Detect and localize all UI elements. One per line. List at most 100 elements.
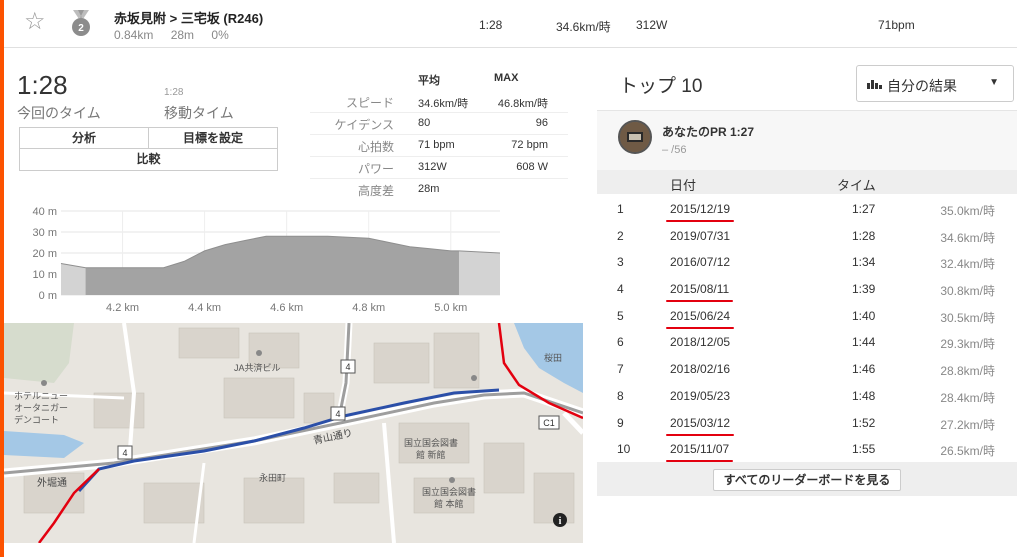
map-label-ndl-main: 国立国会図書 xyxy=(422,486,476,497)
elapsed-time-label: 今回のタイム xyxy=(17,105,101,121)
leaderboard-row[interactable]: 7 2018/02/16 1:46 28.8km/時 xyxy=(597,354,1017,381)
map-label-nagatacho: 永田町 xyxy=(259,472,286,483)
set-goal-button[interactable]: 目標を設定 xyxy=(149,127,278,149)
segment-row-heartrate: 71bpm xyxy=(878,18,915,32)
leaderboard-date[interactable]: 2018/12/05 xyxy=(670,335,730,349)
map-canvas[interactable]: 4 4 4 C1 JA共済ビル ホテルニュー オータニガー デンコート 青山通り… xyxy=(4,323,583,543)
leaderboard-date[interactable]: 2016/07/12 xyxy=(670,255,730,269)
map-label-ja-building: JA共済ビル xyxy=(234,362,281,373)
leaderboard-rows: 1 2015/12/19 1:27 35.0km/時 2 2019/07/31 1:28 34… xyxy=(597,194,1017,463)
segment-name[interactable]: 赤坂見附 > 三宅坂 (R246) xyxy=(114,8,263,27)
dropdown-selected-value: 自分の結果 xyxy=(887,78,957,94)
y-tick-label: 30 m xyxy=(33,227,57,239)
stats-row-heartrate: 心拍数 71 bpm 72 bpm xyxy=(310,135,568,157)
segment-row-speed: 34.6km/時 xyxy=(556,20,611,34)
info-icon[interactable]: i xyxy=(553,513,567,527)
x-tick-label: 4.6 km xyxy=(270,302,303,314)
leaderboard-date[interactable]: 2019/05/23 xyxy=(670,389,730,403)
svg-text:4: 4 xyxy=(335,409,340,419)
leaderboard-speed: 27.2km/時 xyxy=(940,417,995,432)
segment-row-power: 312W xyxy=(636,18,668,32)
star-icon[interactable]: ☆ xyxy=(24,10,50,36)
bar-chart-icon xyxy=(867,80,882,89)
leaderboard-speed: 28.4km/時 xyxy=(940,390,995,405)
segment-action-buttons: 分析 目標を設定 比較 xyxy=(19,127,278,171)
svg-text:C1: C1 xyxy=(543,418,555,428)
leaderboard-date[interactable]: 2015/03/12 xyxy=(665,416,735,436)
pr-rank: – /56 xyxy=(662,144,687,156)
avatar[interactable] xyxy=(618,120,652,154)
route-c1-shield: C1 xyxy=(538,415,560,430)
leaderboard-time: 1:27 xyxy=(852,202,876,216)
leaderboard-date[interactable]: 2019/07/31 xyxy=(670,229,730,243)
leaderboard-date[interactable]: 2015/06/24 xyxy=(665,309,735,329)
leaderboard-time: 1:52 xyxy=(852,415,876,430)
x-tick-label: 4.2 km xyxy=(106,302,139,314)
stats-row-elevation: 高度差 28m xyxy=(357,183,440,198)
leaderboard-date[interactable]: 2015/12/19 xyxy=(665,202,735,222)
leaderboard-row[interactable]: 1 2015/12/19 1:27 35.0km/時 xyxy=(597,194,1017,222)
map-label-sakurada: 桜田 xyxy=(544,352,562,363)
leaderboard-time: 1:39 xyxy=(852,282,876,297)
route-4-shield: 4 xyxy=(340,359,356,374)
leaderboard-row[interactable]: 4 2015/08/11 1:39 30.8km/時 xyxy=(597,274,1017,303)
pr-title: あなたのPR 1:27 xyxy=(662,125,755,139)
personal-record-box: あなたのPR 1:27 – /56 xyxy=(597,110,1017,170)
leaderboard-time: 1:44 xyxy=(852,335,876,350)
elapsed-time: 1:28 xyxy=(17,70,68,100)
leaderboard-speed: 28.8km/時 xyxy=(940,364,995,379)
leaderboard-row[interactable]: 6 2018/12/05 1:44 29.3km/時 xyxy=(597,327,1017,354)
stats-row-speed: スピード 34.6km/時 46.8km/時 xyxy=(310,91,568,113)
leaderboard-row[interactable]: 10 2015/11/07 1:55 26.5km/時 xyxy=(597,434,1017,463)
leaderboard-row[interactable]: 8 2019/05/23 1:48 28.4km/時 xyxy=(597,381,1017,408)
map-label-ndl-main: 館 本館 xyxy=(434,498,464,509)
see-all-leaderboards-button[interactable]: すべてのリーダーボードを見る xyxy=(713,469,901,491)
results-filter-dropdown[interactable]: 自分の結果 ▼ xyxy=(856,65,1014,102)
leaderboard-speed: 30.5km/時 xyxy=(940,310,995,325)
silver-medal-icon: 2 xyxy=(72,10,90,36)
leaderboard-date[interactable]: 2015/08/11 xyxy=(665,282,734,303)
leaderboard-time: 1:55 xyxy=(852,442,876,457)
route-4-shield: 4 xyxy=(330,406,346,421)
route-4-shield: 4 xyxy=(117,445,133,460)
compare-button[interactable]: 比較 xyxy=(19,148,278,171)
column-header-date: 日付 xyxy=(670,178,697,193)
leaderboard-row[interactable]: 5 2015/06/24 1:40 30.5km/時 xyxy=(597,301,1017,329)
leaderboard-date[interactable]: 2015/11/07 xyxy=(665,442,734,463)
y-tick-label: 0 m xyxy=(39,290,57,302)
leaderboard-rank: 3 xyxy=(617,255,624,270)
leaderboard-speed: 29.3km/時 xyxy=(940,337,995,352)
analyze-button[interactable]: 分析 xyxy=(19,127,149,149)
segment-grade: 0% xyxy=(211,28,229,42)
leaderboard-date[interactable]: 2018/02/16 xyxy=(670,362,730,376)
column-header-time: タイム xyxy=(837,178,876,193)
leaderboard-rank: 4 xyxy=(617,282,624,297)
leaderboard-title: トップ 10 xyxy=(619,76,703,97)
leaderboard-speed: 30.8km/時 xyxy=(940,284,995,299)
segment-row[interactable]: ☆ 2 赤坂見附 > 三宅坂 (R246) 0.84km 28m 0% 1:28… xyxy=(4,0,1017,48)
leaderboard-row[interactable]: 9 2015/03/12 1:52 27.2km/時 xyxy=(597,408,1017,436)
leaderboard-rank: 2 xyxy=(617,228,624,243)
route-map[interactable]: 4 4 4 C1 JA共済ビル ホテルニュー オータニガー デンコート 青山通り… xyxy=(4,323,583,543)
stats-header-max: MAX xyxy=(494,72,519,84)
leaderboard-rank: 5 xyxy=(617,308,624,323)
leaderboard-speed: 34.6km/時 xyxy=(940,230,995,245)
medal-rank: 2 xyxy=(78,23,84,34)
leaderboard-time: 1:40 xyxy=(852,308,876,323)
svg-text:i: i xyxy=(559,516,562,527)
leaderboard-rank: 8 xyxy=(617,388,624,403)
leaderboard-time: 1:28 xyxy=(852,228,876,243)
map-label-hotel: オータニガー xyxy=(14,403,68,413)
svg-text:4: 4 xyxy=(345,362,350,372)
y-tick-label: 10 m xyxy=(33,269,57,281)
leaderboard-row[interactable]: 2 2019/07/31 1:28 34.6km/時 xyxy=(597,221,1017,248)
leaderboard-time: 1:46 xyxy=(852,362,876,377)
segment-elevation: 28m xyxy=(170,28,195,42)
leaderboard-row[interactable]: 3 2016/07/12 1:34 32.4km/時 xyxy=(597,247,1017,274)
map-label-sotobori-dori: 外堀通 xyxy=(37,477,67,489)
map-label-hotel: ホテルニュー xyxy=(14,391,68,401)
leaderboard-rank: 10 xyxy=(617,442,631,457)
leaderboard-speed: 26.5km/時 xyxy=(940,444,995,459)
moving-time-value: 1:28 xyxy=(164,87,184,98)
elevation-chart[interactable]: 0 m 10 m 20 m 30 m 40 m 4.2 km 4.4 km 4.6 km 4.8… xyxy=(18,204,506,316)
